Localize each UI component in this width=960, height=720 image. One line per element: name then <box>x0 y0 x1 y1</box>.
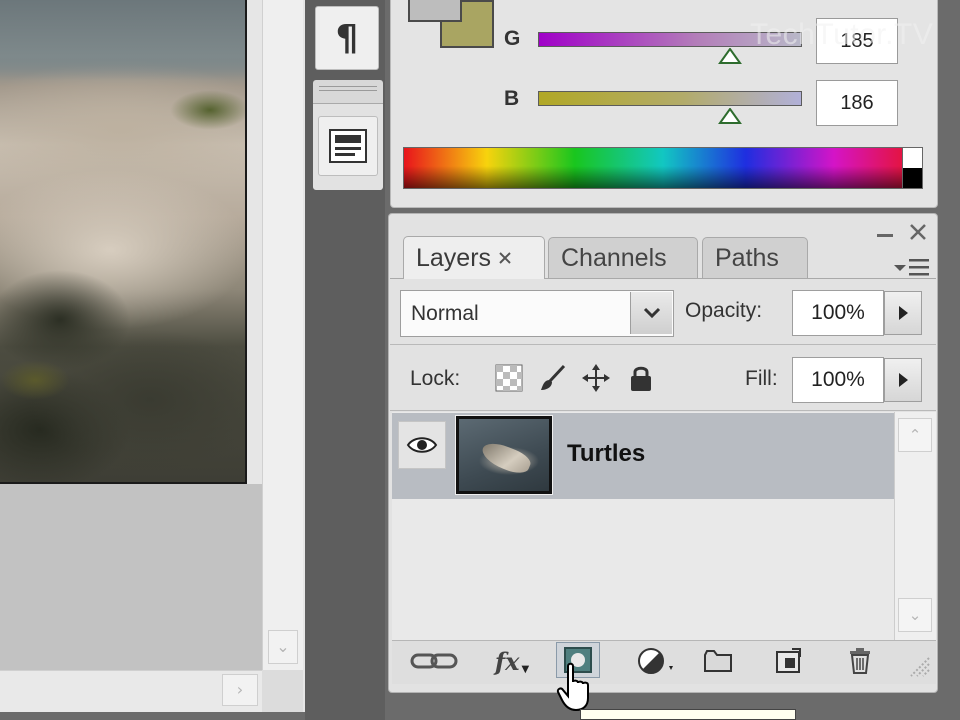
scroll-down-arrow-icon[interactable]: ⌄ <box>898 598 932 632</box>
scroll-right-arrow-icon[interactable]: › <box>222 674 258 706</box>
document-vertical-scrollbar[interactable] <box>262 0 303 670</box>
black-white-swatch[interactable] <box>902 147 923 189</box>
move-icon <box>582 364 610 392</box>
lock-all-button[interactable] <box>625 362 657 394</box>
photo-moss <box>170 90 245 130</box>
paragraph-panel-button[interactable]: ¶ <box>315 6 379 70</box>
tab-channels-label: Channels <box>561 243 667 272</box>
opacity-slider-button[interactable] <box>884 291 922 335</box>
new-layer-icon <box>776 648 801 673</box>
canvas-pasteboard <box>0 484 262 670</box>
fx-icon: fx <box>494 646 520 676</box>
blend-mode-value: Normal <box>411 301 479 325</box>
eye-icon <box>406 437 438 453</box>
blend-mode-dropdown-button[interactable] <box>630 292 672 334</box>
new-layer-button[interactable] <box>770 644 806 678</box>
divider <box>390 344 936 345</box>
color-spectrum-bar[interactable] <box>403 147 923 189</box>
trash-icon <box>850 648 870 674</box>
paragraph-icon: ¶ <box>335 17 359 59</box>
lock-image-pixels-button[interactable] <box>537 362 569 394</box>
channel-b-value[interactable]: 186 <box>816 80 898 126</box>
tab-close-icon[interactable] <box>497 250 513 266</box>
scrollbar-corner <box>262 670 303 712</box>
opacity-field[interactable]: 100% <box>792 290 884 336</box>
tab-layers-label: Layers <box>416 243 492 272</box>
lock-transparent-pixels-button[interactable] <box>493 362 525 394</box>
watermark: TechTutor.TV <box>750 18 934 51</box>
lock-label: Lock: <box>410 367 461 390</box>
photo-moss-lower <box>0 360 70 400</box>
dock-group-grip[interactable] <box>313 80 383 104</box>
tab-paths-label: Paths <box>715 243 779 272</box>
scroll-up-arrow-icon[interactable]: ⌃ <box>898 418 932 452</box>
fill-field[interactable]: 100% <box>792 357 884 403</box>
tooltip <box>580 709 796 720</box>
adjustment-layer-button[interactable] <box>630 644 680 678</box>
delete-layer-button[interactable] <box>842 644 878 678</box>
channel-b-label: B <box>504 87 520 110</box>
scroll-down-arrow-icon[interactable]: ⌄ <box>268 630 298 664</box>
resize-grip-icon[interactable] <box>905 652 931 678</box>
layer-visibility-toggle[interactable] <box>398 421 446 469</box>
photo-water <box>0 0 245 80</box>
fill-slider-button[interactable] <box>884 358 922 402</box>
play-arrow-icon <box>899 306 908 320</box>
character-panel-icon <box>329 129 367 163</box>
layer-style-button[interactable]: fx ▼ <box>484 644 540 678</box>
hand-cursor-icon <box>556 662 589 712</box>
channel-b-slider[interactable] <box>538 91 802 106</box>
tab-paths[interactable]: Paths <box>702 237 808 278</box>
layer-thumbnail[interactable] <box>455 415 553 495</box>
channel-b-slider-thumb-icon[interactable] <box>718 108 742 126</box>
character-panel-button[interactable] <box>318 116 378 176</box>
link-layers-button[interactable] <box>408 644 460 678</box>
channel-g-label: G <box>504 27 521 50</box>
play-arrow-icon <box>899 373 908 387</box>
lock-icon <box>631 366 651 391</box>
brush-icon <box>541 364 566 390</box>
chevron-down-icon <box>643 307 660 319</box>
divider <box>390 410 936 411</box>
fill-label: Fill: <box>745 367 778 390</box>
checkerboard-icon <box>495 364 523 392</box>
tab-layers[interactable]: Layers <box>403 236 545 279</box>
layer-name[interactable]: Turtles <box>567 440 645 468</box>
fx-dropdown-arrow-icon: ▼ <box>521 663 530 675</box>
foreground-color-swatch[interactable] <box>408 0 462 22</box>
new-group-icon <box>704 650 732 672</box>
panel-menu-icon[interactable] <box>892 255 932 281</box>
adjustment-layer-icon <box>638 648 673 674</box>
opacity-label: Opacity: <box>685 299 763 322</box>
photo-canvas[interactable] <box>0 0 247 484</box>
new-group-button[interactable] <box>700 644 736 678</box>
lock-position-button[interactable] <box>580 362 612 394</box>
tab-channels[interactable]: Channels <box>548 237 698 278</box>
close-panel-icon[interactable] <box>906 220 930 244</box>
channel-g-slider-thumb-icon[interactable] <box>718 48 742 66</box>
link-layers-icon <box>410 653 458 669</box>
minimize-icon[interactable] <box>874 222 896 244</box>
